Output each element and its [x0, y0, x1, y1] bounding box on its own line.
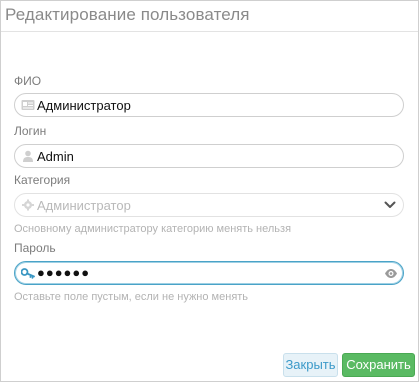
- password-label: Пароль: [14, 241, 56, 255]
- login-field[interactable]: Admin: [14, 144, 404, 168]
- password-field[interactable]: ●●●●●●: [14, 261, 404, 285]
- password-hint: Оставьте поле пустым, если не нужно меня…: [14, 291, 249, 303]
- gear-icon: [22, 199, 34, 211]
- title-divider: [1, 31, 418, 32]
- id-card-icon: [21, 100, 35, 110]
- dialog-title: Редактирование пользователя: [5, 5, 250, 24]
- category-label: Категория: [14, 173, 71, 187]
- chevron-down-icon: [384, 201, 396, 208]
- login-label: Логин: [14, 124, 47, 138]
- close-button[interactable]: Закрыть: [283, 353, 338, 377]
- category-select[interactable]: Администратор: [14, 193, 404, 217]
- login-value: Admin: [37, 149, 74, 164]
- category-hint: Основному администратору категорию менят…: [14, 223, 292, 235]
- category-value: Администратор: [37, 198, 131, 213]
- fio-field[interactable]: Администратор: [14, 93, 404, 117]
- password-value: ●●●●●●: [37, 265, 91, 280]
- edit-user-dialog: Редактирование пользователя ФИО Админист…: [0, 0, 419, 382]
- save-button[interactable]: Сохранить: [342, 353, 415, 377]
- eye-icon[interactable]: [384, 268, 398, 279]
- fio-value: Администратор: [37, 98, 131, 113]
- fio-label: ФИО: [14, 74, 42, 88]
- key-icon: [21, 268, 35, 279]
- user-icon: [23, 150, 33, 162]
